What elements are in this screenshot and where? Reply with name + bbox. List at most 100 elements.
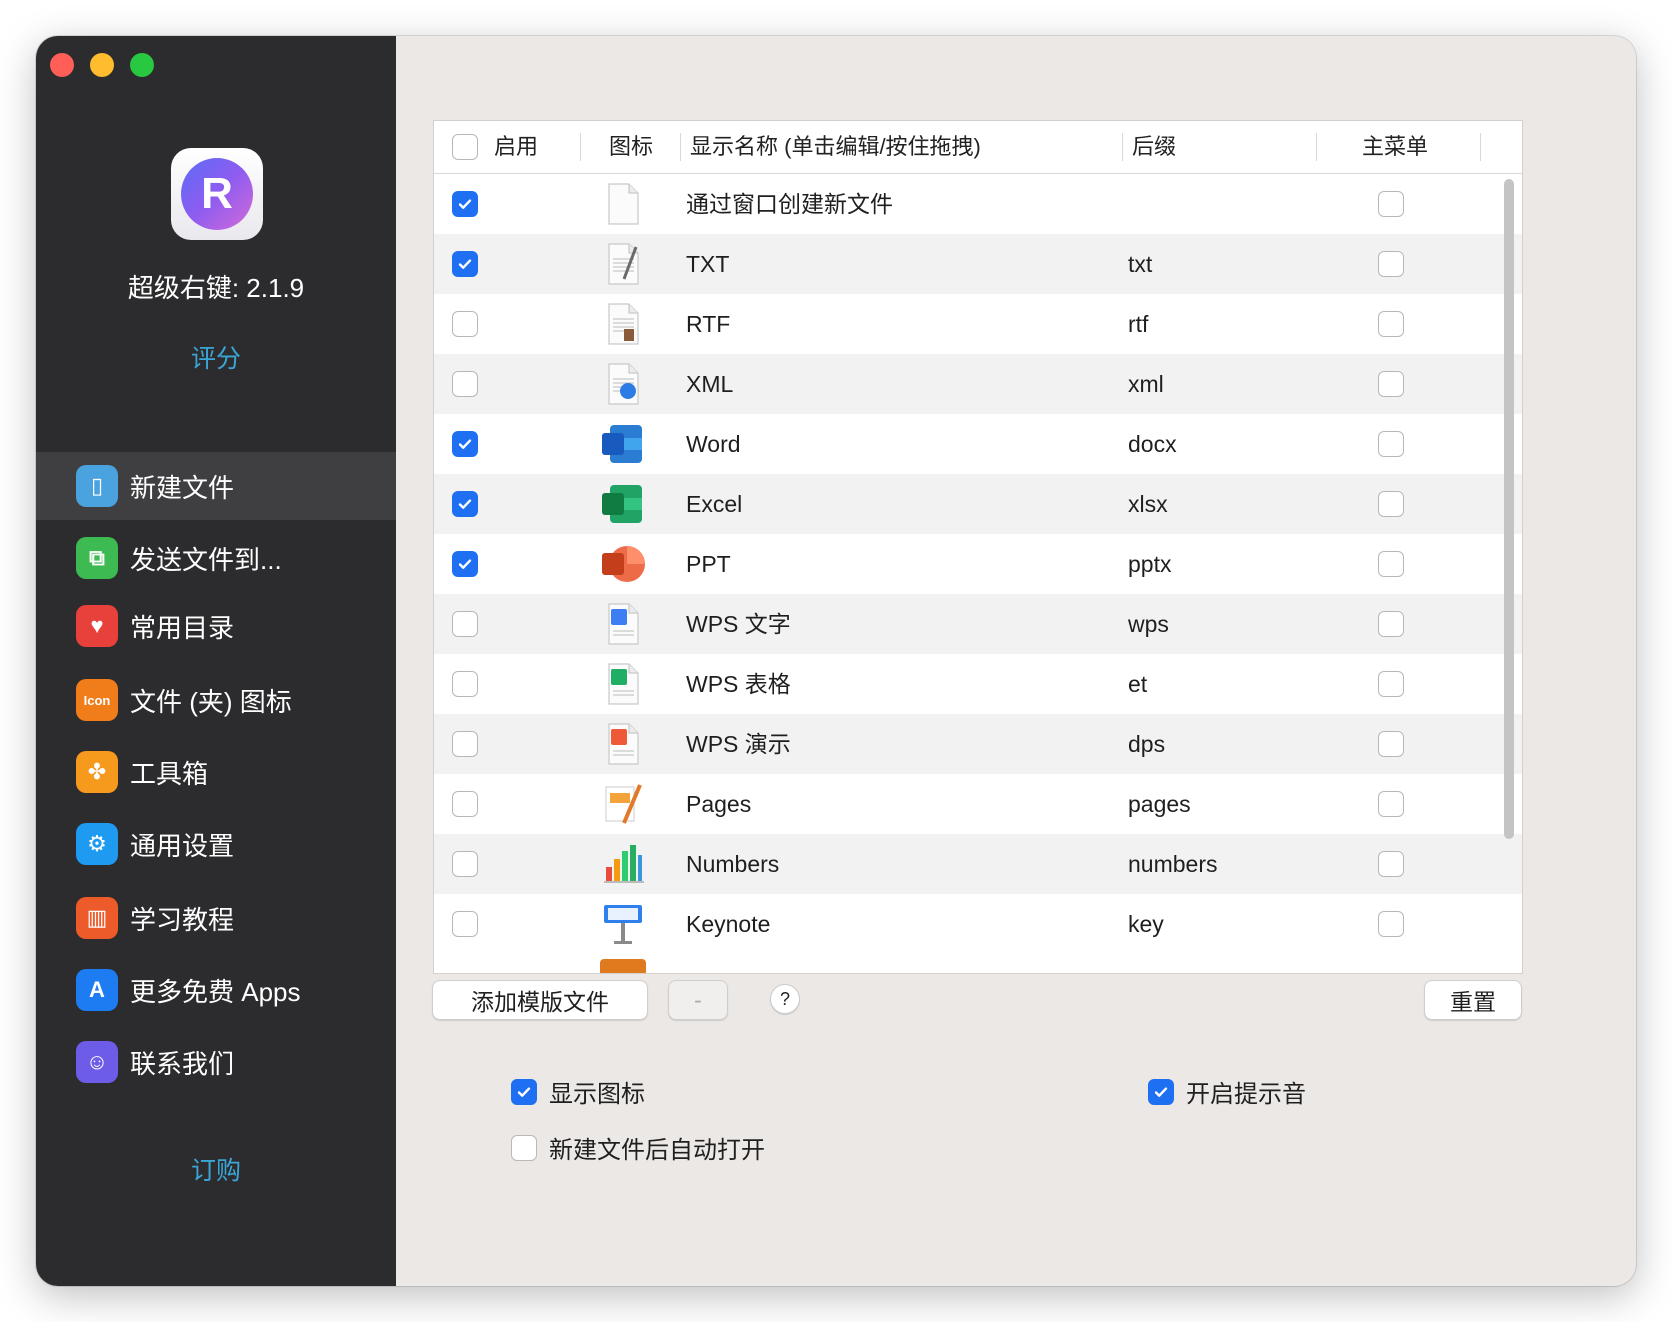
enable-checkbox[interactable] (452, 551, 478, 577)
xml-document-icon (600, 361, 646, 407)
table-row[interactable]: Numbersnumbers (434, 834, 1522, 894)
header-main-menu[interactable]: 主菜单 (1362, 121, 1428, 173)
auto-open-checkbox[interactable] (511, 1135, 537, 1161)
main-menu-checkbox[interactable] (1378, 791, 1404, 822)
sound-checkbox[interactable] (1148, 1079, 1174, 1105)
display-name-cell[interactable]: WPS 表格 (686, 654, 791, 714)
header-suffix[interactable]: 后缀 (1132, 121, 1176, 173)
remove-template-button[interactable]: - (668, 980, 728, 1020)
sidebar-item[interactable]: ⚙通用设置 (36, 810, 396, 878)
suffix-cell: rtf (1128, 294, 1148, 354)
main-menu-checkbox[interactable] (1378, 551, 1404, 582)
display-name-cell[interactable]: WPS 文字 (686, 594, 791, 654)
enable-checkbox[interactable] (452, 491, 478, 517)
display-name-cell[interactable]: Word (686, 414, 741, 474)
enable-checkbox[interactable] (452, 311, 478, 342)
table-row[interactable]: WPS 演示 dps (434, 714, 1522, 774)
display-name-cell[interactable]: RTF (686, 294, 730, 354)
main-menu-checkbox[interactable] (1378, 311, 1404, 342)
sound-option[interactable]: 开启提示音 (1148, 1074, 1306, 1109)
close-window-button[interactable] (50, 53, 74, 77)
sidebar-item[interactable]: ♥常用目录 (36, 592, 396, 660)
suffix-cell: dps (1128, 714, 1165, 774)
main-menu-checkbox[interactable] (1378, 671, 1404, 702)
pages-icon (600, 781, 646, 827)
display-name-cell[interactable]: Excel (686, 474, 742, 534)
display-name-cell[interactable]: 通过窗口创建新文件 (686, 174, 893, 234)
sidebar-item[interactable]: ▥学习教程 (36, 884, 396, 952)
sidebar-item[interactable]: ✤工具箱 (36, 738, 396, 806)
zoom-window-button[interactable] (130, 53, 154, 77)
main-menu-checkbox[interactable] (1378, 911, 1404, 942)
display-name-cell[interactable]: XML (686, 354, 733, 414)
sidebar-item[interactable]: ☺联系我们 (36, 1028, 396, 1096)
enable-checkbox[interactable] (452, 371, 478, 402)
wps-presentation-icon (600, 721, 646, 767)
header-enable[interactable]: 启用 (494, 121, 538, 173)
display-name-cell[interactable]: WPS 演示 (686, 714, 791, 774)
main-menu-checkbox[interactable] (1378, 731, 1404, 762)
enable-checkbox[interactable] (452, 431, 478, 457)
sidebar-item[interactable]: A更多免费 Apps (36, 956, 396, 1024)
main-menu-checkbox[interactable] (1378, 611, 1404, 642)
wps-writer-icon (600, 601, 646, 647)
main-menu-checkbox[interactable] (1378, 851, 1404, 882)
table-body: 通过窗口创建新文件TXTtxtRTFrtfXMLxmlWorddocxExcel… (434, 174, 1522, 973)
show-icon-option[interactable]: 显示图标 (511, 1074, 645, 1109)
suffix-cell: docx (1128, 414, 1177, 474)
enable-checkbox[interactable] (452, 911, 478, 942)
sidebar-item[interactable]: ▯新建文件 (36, 452, 396, 520)
main-menu-checkbox[interactable] (1378, 491, 1404, 522)
table-row[interactable]: WPS 表格et (434, 654, 1522, 714)
display-name-cell[interactable]: Keynote (686, 894, 770, 954)
main-menu-checkbox[interactable] (1378, 371, 1404, 402)
main-menu-checkbox[interactable] (1378, 431, 1404, 462)
sidebar-item[interactable]: Icon文件 (夹) 图标 (36, 666, 396, 734)
main-menu-checkbox[interactable] (1378, 191, 1404, 222)
table-row[interactable]: RTF rtf (434, 294, 1522, 354)
select-all-checkbox[interactable] (452, 134, 478, 165)
enable-checkbox[interactable] (452, 791, 478, 822)
app-logo: R (171, 148, 263, 240)
table-row[interactable]: 通过窗口创建新文件 (434, 174, 1522, 234)
sidebar-item-label: 工具箱 (130, 754, 208, 791)
display-name-cell[interactable]: PPT (686, 534, 731, 594)
reset-button[interactable]: 重置 (1424, 980, 1522, 1020)
rate-link[interactable]: 评分 (36, 339, 396, 375)
table-row[interactable]: PPT pptx (434, 534, 1522, 594)
table-row[interactable]: WPS 文字wps (434, 594, 1522, 654)
sidebar-item[interactable]: ⧉发送文件到... (36, 524, 396, 592)
help-button[interactable]: ? (770, 984, 800, 1014)
enable-checkbox[interactable] (452, 251, 478, 277)
display-name-cell[interactable]: Pages (686, 774, 751, 834)
table-row[interactable]: XMLxml (434, 354, 1522, 414)
auto-open-option[interactable]: 新建文件后自动打开 (511, 1130, 765, 1165)
main-panel: 启用 图标 显示名称 (单击编辑/按住拖拽) 后缀 主菜单 通过窗口创建新文件T… (396, 36, 1636, 1286)
enable-checkbox[interactable] (452, 191, 478, 217)
show-icon-checkbox[interactable] (511, 1079, 537, 1105)
display-name-cell[interactable]: TXT (686, 234, 729, 294)
table-row[interactable]: Keynotekey (434, 894, 1522, 954)
suffix-cell: xlsx (1128, 474, 1168, 534)
enable-checkbox[interactable] (452, 611, 478, 642)
table-row[interactable]: TXTtxt (434, 234, 1522, 294)
table-scrollbar[interactable] (1504, 179, 1514, 839)
numbers-icon (600, 841, 646, 887)
table-row[interactable]: Word docx (434, 414, 1522, 474)
header-display-name[interactable]: 显示名称 (单击编辑/按住拖拽) (690, 121, 981, 173)
sidebar-item-label: 联系我们 (130, 1044, 234, 1081)
minimize-window-button[interactable] (90, 53, 114, 77)
heart-icon: ♥ (76, 605, 118, 647)
enable-checkbox[interactable] (452, 731, 478, 762)
enable-checkbox[interactable] (452, 671, 478, 702)
table-row[interactable]: Excel xlsx (434, 474, 1522, 534)
order-link[interactable]: 订购 (36, 1151, 396, 1187)
table-row[interactable]: Pagespages (434, 774, 1522, 834)
header-divider (1122, 133, 1123, 161)
enable-checkbox[interactable] (452, 851, 478, 882)
add-template-button[interactable]: 添加模版文件 (432, 980, 648, 1020)
suffix-cell: pptx (1128, 534, 1171, 594)
display-name-cell[interactable]: Numbers (686, 834, 779, 894)
main-menu-checkbox[interactable] (1378, 251, 1404, 282)
header-icon[interactable]: 图标 (609, 121, 653, 173)
